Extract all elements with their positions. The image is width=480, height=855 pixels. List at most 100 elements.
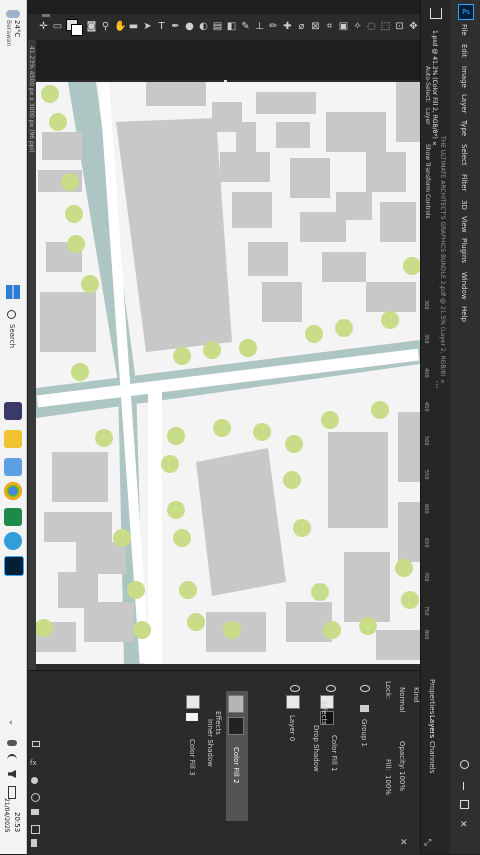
menu-window[interactable]: Window <box>460 272 468 300</box>
visibility-eye-icon[interactable] <box>290 685 300 692</box>
layer-dropdown[interactable]: Layer <box>424 108 431 125</box>
layer-row[interactable]: Color Fill 3 <box>184 675 204 851</box>
background-color-swatch[interactable] <box>71 24 83 36</box>
layer-row-selected[interactable]: Color Fill 2 <box>226 691 248 821</box>
opacity-value[interactable]: 100% <box>398 771 406 791</box>
weather-temp: 24°C <box>13 20 21 38</box>
menu-file[interactable]: File <box>460 24 468 36</box>
blend-mode-dropdown[interactable]: Normal <box>398 687 406 712</box>
artboard-icon[interactable]: ⊡ <box>394 21 405 32</box>
shape-tool-icon[interactable]: ▬ <box>128 21 139 32</box>
minimize-window-icon[interactable] <box>463 782 464 790</box>
fill-label: Fill: <box>384 759 392 771</box>
healing-brush-icon[interactable]: ✚ <box>282 21 293 32</box>
fill-value[interactable]: 100% <box>384 775 392 795</box>
layer-row[interactable]: Color Fill 1 Effects Drop Shadow <box>312 675 344 851</box>
new-layer-icon[interactable] <box>31 825 40 834</box>
crop-tool-icon[interactable]: ⌗ <box>324 21 335 32</box>
eyedropper-icon[interactable]: ⌀ <box>296 21 307 32</box>
store-icon[interactable] <box>4 458 22 476</box>
green-app-icon[interactable] <box>4 508 22 526</box>
document-tab-strip <box>28 40 420 83</box>
tab-layers[interactable]: Layers <box>428 715 436 738</box>
menu-image[interactable]: Image <box>460 66 468 88</box>
layer-row[interactable]: Group 1 <box>356 675 374 851</box>
dodge-tool-icon[interactable]: ● <box>184 21 195 32</box>
menu-filter[interactable]: Filter <box>460 174 468 191</box>
menu-plugins[interactable]: Plugins <box>460 238 468 263</box>
link-layers-icon[interactable] <box>32 741 40 747</box>
frame-tool-icon[interactable]: ⊠ <box>310 21 321 32</box>
menu-help[interactable]: Help <box>460 306 468 322</box>
document-tab-active[interactable]: 1.psd @ 41.2% (Color Fill 2, RGB/8*) × <box>431 30 438 148</box>
document-tab-inactive[interactable]: THE ULTIMATE ARCHITECT'S GRAPHICS BUNDLE… <box>439 136 446 386</box>
direct-selection-icon[interactable]: ➤ <box>142 21 153 32</box>
tray-chevron-icon[interactable]: ‹ <box>9 718 13 728</box>
weather-widget[interactable]: 24°C Berawan <box>3 8 23 58</box>
zoom-tool-icon[interactable]: ⚲ <box>100 21 111 32</box>
mask-icon[interactable] <box>31 777 38 784</box>
close-window-icon[interactable]: ✕ <box>460 820 468 830</box>
menu-3d[interactable]: 3D <box>460 200 468 210</box>
photoshop-taskbar-icon[interactable] <box>4 556 24 576</box>
tab-channels[interactable]: Channels <box>428 741 436 773</box>
fx-icon[interactable]: fx <box>30 759 37 767</box>
opacity-label: Opacity: <box>398 741 406 770</box>
menu-layer[interactable]: Layer <box>460 94 468 114</box>
lasso-tool-icon[interactable]: ◌ <box>366 21 377 32</box>
search-icon[interactable] <box>460 760 469 769</box>
edge-icon[interactable] <box>4 532 22 550</box>
ruler-tick-label: 350 <box>423 334 429 344</box>
kebab-menu-icon[interactable]: ⋮ <box>433 380 441 389</box>
expand-panels-icon[interactable]: ⤢ <box>424 838 431 848</box>
hand-tool-icon[interactable]: ✋ <box>114 21 126 32</box>
menu-view[interactable]: View <box>460 216 468 233</box>
collapse-panels-icon[interactable]: ✕ <box>400 838 408 848</box>
quick-mask-icon[interactable]: ◙ <box>86 21 97 32</box>
adjustment-icon[interactable] <box>31 793 40 802</box>
pen-tool-icon[interactable]: ✒ <box>170 21 181 32</box>
blur-tool-icon[interactable]: ◐ <box>198 21 209 32</box>
artboard-tool-icon[interactable]: ▭ <box>52 21 63 32</box>
wifi-icon <box>7 754 17 766</box>
start-button[interactable] <box>6 285 20 299</box>
ruler-tick-label: 750 <box>423 606 429 616</box>
menu-type[interactable]: Type <box>460 120 468 136</box>
visibility-eye-icon[interactable] <box>326 685 336 692</box>
marquee-tool-icon[interactable]: ⬚ <box>380 21 391 32</box>
brush-tool-icon[interactable]: ✏ <box>268 21 279 32</box>
visibility-eye-icon[interactable] <box>360 685 370 692</box>
tray-icons[interactable] <box>6 740 20 800</box>
new-group-icon[interactable] <box>31 809 39 815</box>
tool-strip: ✛ ▭ ◙ ⚲ ✋ ▬ ➤ T ✒ ● ◐ ▤ ◧ ✎ ⊥ ✏ ✚ ⌀ ⊠ ⌗ … <box>28 14 420 41</box>
photoshop-logo-icon: Ps <box>458 4 474 20</box>
quick-select-icon[interactable]: ✧ <box>352 21 363 32</box>
show-transform-checkbox[interactable]: Show Transform Controls <box>424 144 431 219</box>
avatar-app-icon[interactable] <box>4 402 22 420</box>
object-select-icon[interactable]: ▣ <box>338 21 349 32</box>
weather-desc: Berawan <box>5 20 12 47</box>
gradient-tool-icon[interactable]: ▤ <box>212 21 223 32</box>
history-brush-icon[interactable]: ✎ <box>240 21 251 32</box>
tab-properties[interactable]: Properties <box>428 679 436 714</box>
tool-strip-collapse-icon[interactable] <box>42 14 50 17</box>
chrome-icon[interactable] <box>4 482 22 500</box>
clone-stamp-icon[interactable]: ⊥ <box>254 21 265 32</box>
move-tool-icon[interactable]: ✛ <box>38 21 49 32</box>
layer-row[interactable]: Layer 0 <box>284 675 304 851</box>
clock-time[interactable]: 20:53 <box>13 812 21 832</box>
menu-select[interactable]: Select <box>460 144 468 166</box>
delete-layer-icon[interactable] <box>31 839 37 847</box>
effects-label: Effects <box>214 711 222 735</box>
windows-taskbar: 24°C Berawan Search ‹ 20:53 21/04/2025 <box>0 0 27 854</box>
taskbar-search[interactable]: Search <box>4 308 22 356</box>
kind-filter[interactable]: Kind <box>412 687 420 702</box>
maximize-window-icon[interactable] <box>460 800 469 809</box>
clock-date[interactable]: 21/04/2025 <box>3 798 10 833</box>
home-icon[interactable] <box>430 8 442 19</box>
eraser-tool-icon[interactable]: ◧ <box>226 21 237 32</box>
menu-edit[interactable]: Edit <box>460 44 468 58</box>
text-tool-icon[interactable]: T <box>156 21 167 32</box>
move-icon[interactable]: ✥ <box>408 21 419 32</box>
file-explorer-icon[interactable] <box>4 430 22 448</box>
